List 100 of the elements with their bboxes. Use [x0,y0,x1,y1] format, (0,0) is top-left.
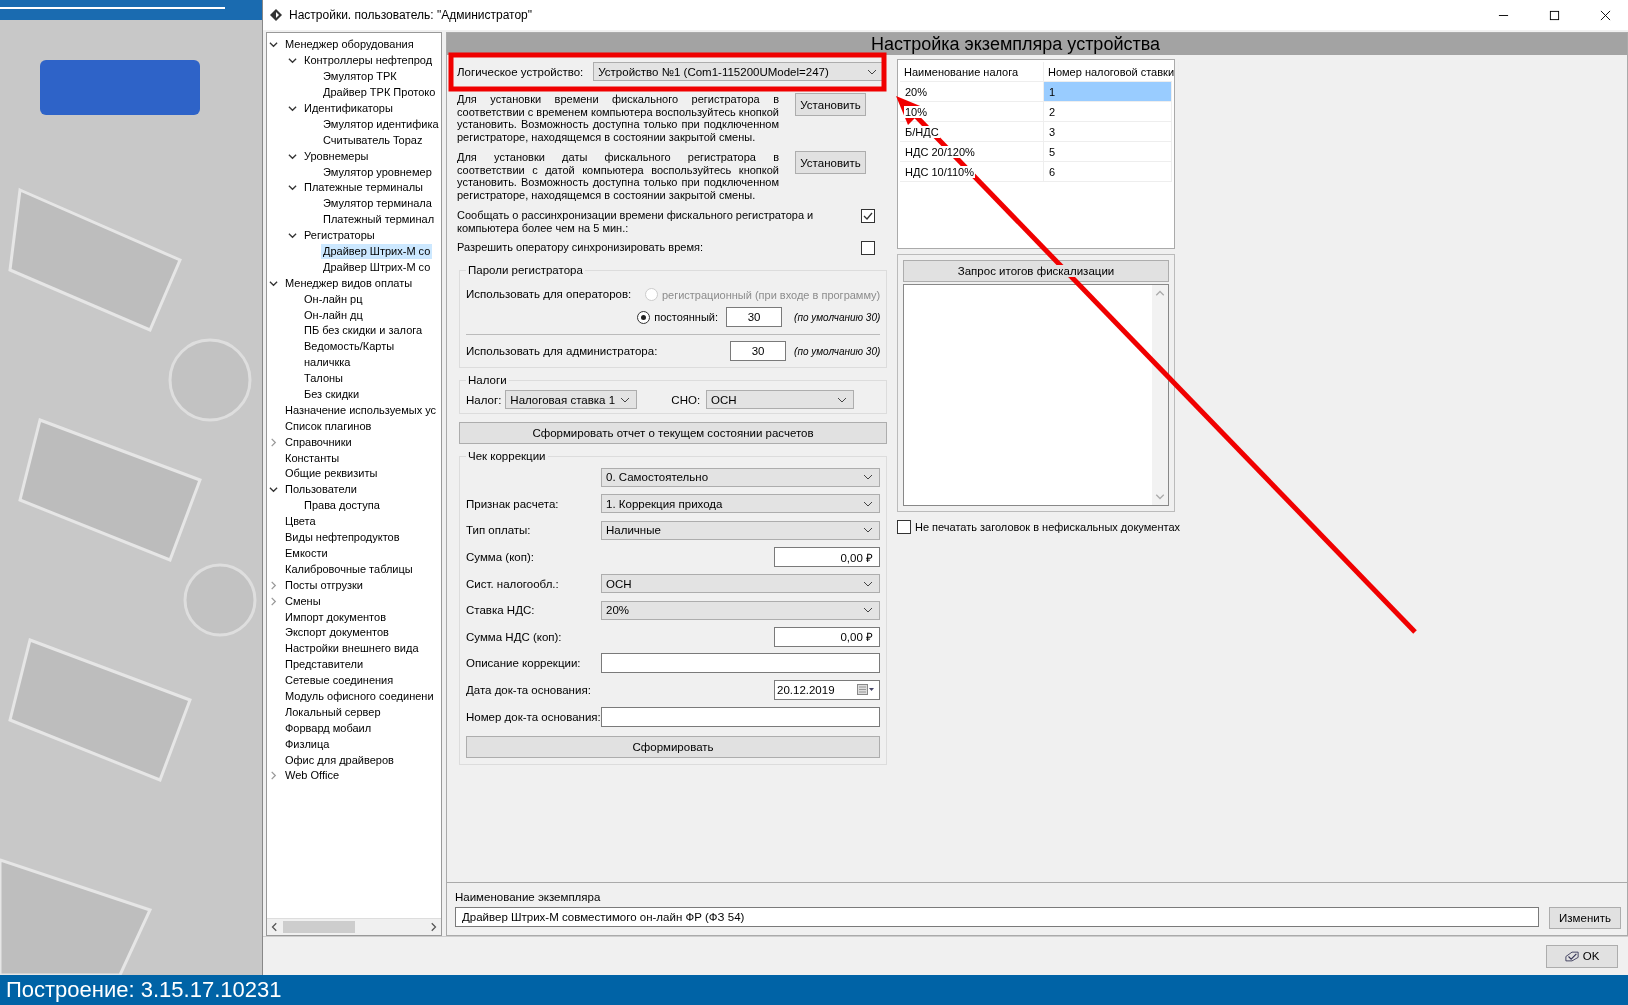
tree-item[interactable]: Посты отгрузки [283,577,365,593]
close-icon[interactable] [1600,9,1611,21]
tree-item[interactable]: Эмулятор идентифика [321,116,441,132]
set-button[interactable]: Установить [795,151,866,174]
chevron-right-icon[interactable] [269,580,278,590]
dropdown[interactable]: 20% [601,600,880,620]
submit-button[interactable]: Сформировать [466,735,880,758]
tree-item[interactable]: Представители [283,657,366,673]
tree-item[interactable]: Офис для драйверов [283,752,396,768]
tree-item[interactable]: Справочники [283,434,354,450]
chevron-right-icon[interactable] [269,437,278,447]
amount-field[interactable]: 0,00 ₽ [774,547,880,568]
tree-item[interactable]: Локальный сервер [283,704,383,720]
chevron-down-icon[interactable] [288,151,297,161]
tree-item[interactable]: Менеджер оборудования [283,37,416,53]
checkbox[interactable] [861,209,875,223]
dropdown[interactable]: Наличные [601,521,880,540]
tree-item[interactable]: ПБ без скидки и залога [302,323,425,339]
tree-item[interactable]: Виды нефтепродуктов [283,530,402,546]
chevron-right-icon[interactable] [269,771,278,781]
tree-item[interactable]: Драйвер Штрих-М со [321,259,433,275]
tree-item[interactable]: Модуль офисного соединени [283,688,436,704]
tree-item[interactable]: Список плагинов [283,418,374,434]
tree-item[interactable]: Эмулятор терминала [321,196,434,212]
calendar-icon[interactable] [857,684,875,697]
tree-item[interactable]: Сетевые соединения [283,673,396,689]
tree-item[interactable]: Импорт документов [283,609,388,625]
input-field[interactable] [601,653,880,674]
instance-name-field[interactable]: Драйвер Штрих-М совместимого он-лайн ФР (ФЗ 54) [455,907,1539,927]
change-button[interactable]: Изменить [1549,907,1621,929]
dropdown[interactable]: ОСН [601,574,880,594]
date-field[interactable]: 20.12.2019 [774,680,880,701]
tree-item[interactable]: Он-лайн дц [302,307,365,323]
chevron-right-icon[interactable] [269,596,278,606]
scroll-right-icon[interactable] [428,922,438,932]
field-label: Логическое устройство: [457,65,584,78]
column-header[interactable]: Наименование налога [900,62,1044,81]
tree-item[interactable]: Эмулятор уровнемер [321,164,434,180]
field-label: Налог: [466,393,502,406]
tree-item[interactable]: Смены [283,593,323,609]
chevron-down-icon[interactable] [269,40,278,50]
chevron-down-icon[interactable] [288,183,297,193]
tree-item[interactable]: Идентификаторы [302,101,395,116]
tree-item[interactable]: Он-лайн рц [302,291,365,307]
tree-item[interactable]: Контроллеры нефтепрод [302,53,435,69]
tree-item[interactable]: Менеджер видов оплаты [283,275,415,291]
tree-item[interactable]: Права доступа [302,498,382,514]
tree-item[interactable]: Калибровочные таблицы [283,561,415,577]
password-field[interactable]: 30 [730,341,787,361]
chevron-down-icon[interactable] [269,485,278,495]
tree-item[interactable]: Емкости [283,545,330,561]
tree-item[interactable]: Назначение используемых ус [283,402,439,418]
tree-item[interactable]: Цвета [283,514,318,530]
text-area[interactable] [903,284,1169,506]
tree-item[interactable]: Драйвер Штрих-М со [321,244,433,259]
set-button[interactable]: Установить [795,93,866,116]
tree-item[interactable]: Пользователи [283,482,359,498]
horizontal-scrollbar[interactable] [267,918,441,935]
chevron-down-icon[interactable] [288,56,297,66]
checkbox[interactable] [861,241,875,255]
field-label: Признак расчета: [466,497,559,510]
tree-item[interactable]: Настройки внешнего вида [283,641,421,657]
tree-item[interactable]: наличкка [302,355,353,371]
maximize-icon[interactable] [1549,9,1560,21]
report-button[interactable]: Сформировать отчет о текущем состоянии расчетов [459,422,887,444]
dropdown[interactable]: 1. Коррекция прихода [601,494,880,514]
tree-item[interactable]: Физлица [283,736,332,752]
fiscal-query-button[interactable]: Запрос итогов фискализации [903,260,1169,282]
chevron-down-icon[interactable] [288,231,297,241]
checkbox[interactable] [897,520,911,534]
tree-item[interactable]: Ведомость/Карты [302,339,397,355]
password-field[interactable]: 30 [726,307,783,327]
tree-item[interactable]: Web Office [283,768,341,784]
ok-button[interactable]: OK [1546,944,1618,968]
amount-field[interactable]: 0,00 ₽ [774,626,880,647]
chevron-down-icon[interactable] [288,104,297,113]
table-cell: 6 [1044,162,1172,181]
radio-button[interactable] [637,310,651,324]
tree-item[interactable]: Считыватель Topaz [321,132,425,148]
tax-system-dropdown[interactable]: ОСН [706,390,855,409]
tree-item[interactable]: Общие реквизиты [283,466,380,482]
device-dropdown[interactable]: Устройство №1 (Com1-115200UModel=247) [593,62,884,81]
tree-item[interactable]: Форвард мобаил [283,720,374,736]
tree-item[interactable]: Драйвер ТРК Протоко [321,85,438,101]
scroll-left-icon[interactable] [270,922,280,932]
window-title: Настройки. пользователь: "Администратор" [289,8,533,22]
tree-item[interactable]: Платежные терминалы [302,180,425,196]
column-header[interactable]: Номер налоговой ставки [1044,62,1180,81]
tree-item[interactable]: Константы [283,450,342,466]
tree-item[interactable]: Талоны [302,371,345,387]
input-field[interactable] [601,706,880,727]
tax-dropdown[interactable]: Налоговая ставка 1 [505,390,638,409]
tree-item[interactable]: Регистраторы [302,228,377,244]
chevron-down-icon[interactable] [269,278,278,288]
tree-item[interactable]: Без скидки [302,387,362,403]
tree-item[interactable]: Эмулятор ТРК [321,69,399,85]
tree-item[interactable]: Платежный терминал [321,212,437,228]
tree-item[interactable]: Экспорт документов [283,625,391,641]
dropdown[interactable]: 0. Самостоятельно [601,467,880,487]
tree-item[interactable]: Уровнемеры [302,148,371,164]
